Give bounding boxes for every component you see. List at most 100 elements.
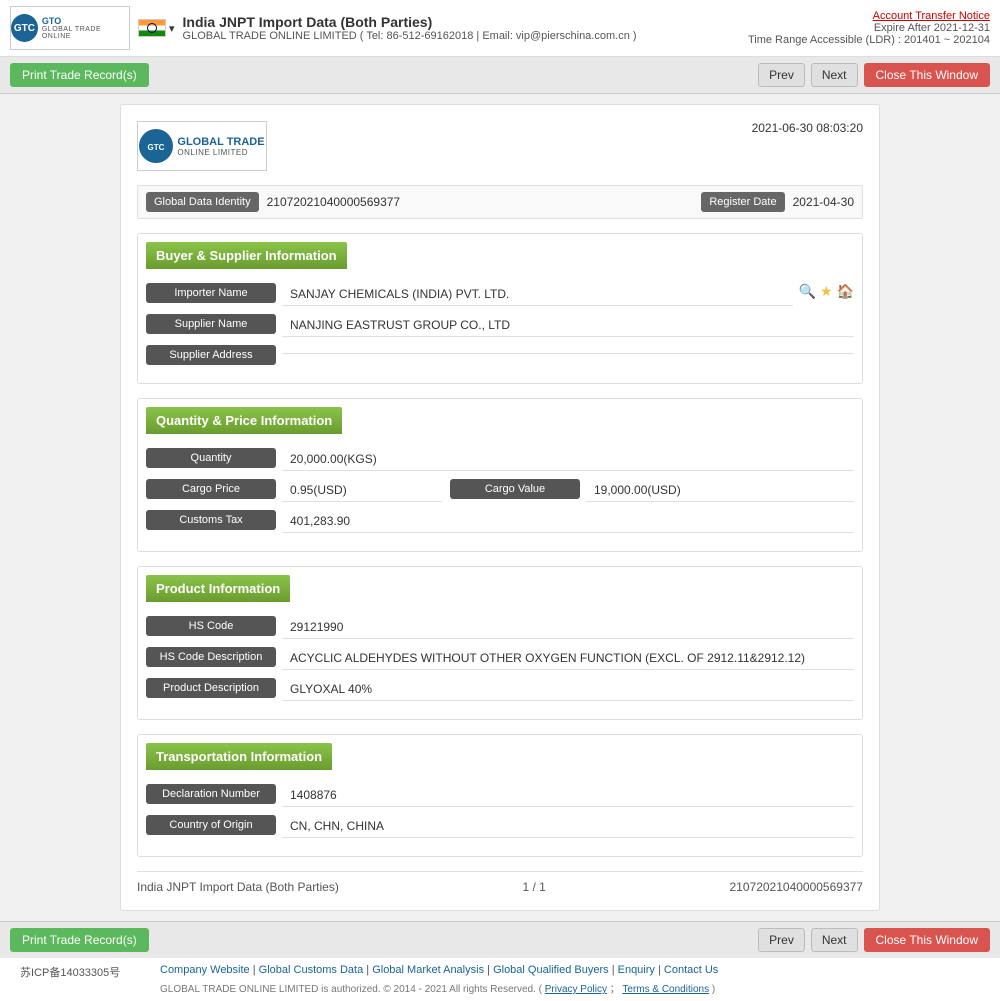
declaration-number-label: Declaration Number (146, 784, 276, 804)
main-content: GTC GLOBAL TRADE ONLINE LIMITED 2021-06-… (0, 94, 1000, 921)
header: GTC GTO GLOBAL TRADE ONLINE ▾ India JNPT… (0, 0, 1000, 57)
print-button[interactable]: Print Trade Record(s) (10, 63, 149, 87)
card-logo-sub: ONLINE LIMITED (177, 148, 264, 157)
time-range: Time Range Accessible (LDR) : 201401 ~ 2… (748, 34, 990, 46)
product-section: Product Information HS Code 29121990 HS … (137, 566, 863, 720)
cargo-value-value: 19,000.00(USD) (586, 479, 854, 502)
transport-section: Transportation Information Declaration N… (137, 734, 863, 857)
bottom-toolbar-right: Prev Next Close This Window (758, 928, 990, 952)
card-header: GTC GLOBAL TRADE ONLINE LIMITED 2021-06-… (137, 121, 863, 171)
supplier-address-value (282, 345, 854, 354)
logo-circle: GTC (11, 14, 38, 42)
footer-link-company[interactable]: Company Website (160, 964, 250, 976)
india-flag (138, 19, 166, 37)
hs-code-desc-row: HS Code Description ACYCLIC ALDEHYDES WI… (146, 647, 854, 670)
bottom-print-button[interactable]: Print Trade Record(s) (10, 928, 149, 952)
flag-dropdown-icon[interactable]: ▾ (169, 22, 175, 35)
transport-body: Declaration Number 1408876 Country of Or… (138, 778, 862, 856)
terms-link[interactable]: Terms & Conditions (622, 984, 709, 995)
buyer-supplier-section: Buyer & Supplier Information Importer Na… (137, 233, 863, 384)
quantity-row: Quantity 20,000.00(KGS) (146, 448, 854, 471)
logo-subtext: GLOBAL TRADE ONLINE (42, 26, 129, 40)
bottom-close-button[interactable]: Close This Window (864, 928, 990, 952)
declaration-number-row: Declaration Number 1408876 (146, 784, 854, 807)
home-icon[interactable]: 🏠 (837, 283, 854, 300)
country-of-origin-row: Country of Origin CN, CHN, CHINA (146, 815, 854, 838)
logo-svg: GTC (142, 132, 170, 160)
hs-code-desc-value: ACYCLIC ALDEHYDES WITHOUT OTHER OXYGEN F… (282, 647, 854, 670)
customs-tax-value: 401,283.90 (282, 510, 854, 533)
expire-link[interactable]: Account Transfer Notice (873, 10, 990, 22)
quantity-price-header: Quantity & Price Information (146, 407, 342, 434)
quantity-price-section: Quantity & Price Information Quantity 20… (137, 398, 863, 552)
record-card: GTC GLOBAL TRADE ONLINE LIMITED 2021-06-… (120, 104, 880, 911)
supplier-name-label: Supplier Name (146, 314, 276, 334)
cargo-row: Cargo Price 0.95(USD) Cargo Value 19,000… (146, 479, 854, 502)
identity-row: Global Data Identity 2107202104000056937… (137, 185, 863, 219)
close-button[interactable]: Close This Window (864, 63, 990, 87)
search-icon[interactable]: 🔍 (799, 283, 816, 300)
hs-code-desc-label: HS Code Description (146, 647, 276, 667)
country-of-origin-label: Country of Origin (146, 815, 276, 835)
logo-text: GTO (42, 16, 129, 27)
card-datetime: 2021-06-30 08:03:20 (752, 121, 863, 135)
card-footer-id: 21072021040000569377 (730, 880, 863, 894)
importer-name-label: Importer Name (146, 283, 276, 303)
icp-number: 苏ICP备14033305号 (20, 964, 140, 980)
importer-name-value: SANJAY CHEMICALS (INDIA) PVT. LTD. (282, 283, 793, 306)
toolbar-left: Print Trade Record(s) (10, 63, 149, 87)
toolbar-right: Prev Next Close This Window (758, 63, 990, 87)
footer-link-contact[interactable]: Contact Us (664, 964, 718, 976)
product-header: Product Information (146, 575, 290, 602)
gto-logo: GTC GTO GLOBAL TRADE ONLINE (10, 6, 130, 50)
quantity-label: Quantity (146, 448, 276, 468)
footer: 苏ICP备14033305号 Company Website | Global … (0, 958, 1000, 1001)
prev-button[interactable]: Prev (758, 63, 805, 87)
register-date-value: 2021-04-30 (793, 195, 854, 209)
product-desc-value: GLYOXAL 40% (282, 678, 854, 701)
card-logo-name: GLOBAL TRADE (177, 136, 264, 148)
bottom-prev-button[interactable]: Prev (758, 928, 805, 952)
hs-code-value: 29121990 (282, 616, 854, 639)
importer-name-row: Importer Name SANJAY CHEMICALS (INDIA) P… (146, 283, 854, 306)
footer-link-customs[interactable]: Global Customs Data (259, 964, 364, 976)
expire-date: Expire After 2021-12-31 (748, 22, 990, 34)
buyer-supplier-header: Buyer & Supplier Information (146, 242, 347, 269)
page-title: India JNPT Import Data (Both Parties) (183, 14, 637, 30)
global-data-identity-value: 21072021040000569377 (267, 195, 694, 209)
quantity-price-body: Quantity 20,000.00(KGS) Cargo Price 0.95… (138, 442, 862, 551)
supplier-address-label: Supplier Address (146, 345, 276, 365)
declaration-number-value: 1408876 (282, 784, 854, 807)
quantity-value: 20,000.00(KGS) (282, 448, 854, 471)
global-data-identity-label: Global Data Identity (146, 192, 259, 212)
svg-text:GTC: GTC (148, 143, 165, 152)
cargo-value-label: Cargo Value (450, 479, 580, 499)
footer-link-market[interactable]: Global Market Analysis (372, 964, 484, 976)
supplier-name-row: Supplier Name NANJING EASTRUST GROUP CO.… (146, 314, 854, 337)
country-of-origin-value: CN, CHN, CHINA (282, 815, 854, 838)
bottom-toolbar-left: Print Trade Record(s) (10, 928, 149, 952)
supplier-name-value: NANJING EASTRUST GROUP CO., LTD (282, 314, 854, 337)
card-logo-circle: GTC (139, 129, 173, 163)
buyer-supplier-body: Importer Name SANJAY CHEMICALS (INDIA) P… (138, 277, 862, 383)
copyright-sep: ； (610, 984, 620, 995)
card-footer: India JNPT Import Data (Both Parties) 1 … (137, 871, 863, 894)
privacy-link[interactable]: Privacy Policy (545, 984, 607, 995)
customs-tax-label: Customs Tax (146, 510, 276, 530)
star-icon[interactable]: ★ (820, 283, 833, 300)
next-button[interactable]: Next (811, 63, 858, 87)
header-left: GTC GTO GLOBAL TRADE ONLINE ▾ India JNPT… (10, 6, 637, 50)
footer-link-enquiry[interactable]: Enquiry (618, 964, 655, 976)
cargo-price-label: Cargo Price (146, 479, 276, 499)
product-desc-label: Product Description (146, 678, 276, 698)
footer-link-buyers[interactable]: Global Qualified Buyers (493, 964, 609, 976)
importer-icons: 🔍 ★ 🏠 (799, 283, 854, 300)
customs-tax-row: Customs Tax 401,283.90 (146, 510, 854, 533)
footer-links: Company Website | Global Customs Data | … (160, 964, 980, 976)
product-body: HS Code 29121990 HS Code Description ACY… (138, 610, 862, 719)
bottom-next-button[interactable]: Next (811, 928, 858, 952)
supplier-address-row: Supplier Address (146, 345, 854, 365)
transport-header: Transportation Information (146, 743, 332, 770)
card-footer-page: 1 / 1 (523, 880, 546, 894)
page-subtitle: GLOBAL TRADE ONLINE LIMITED ( Tel: 86-51… (183, 30, 637, 42)
